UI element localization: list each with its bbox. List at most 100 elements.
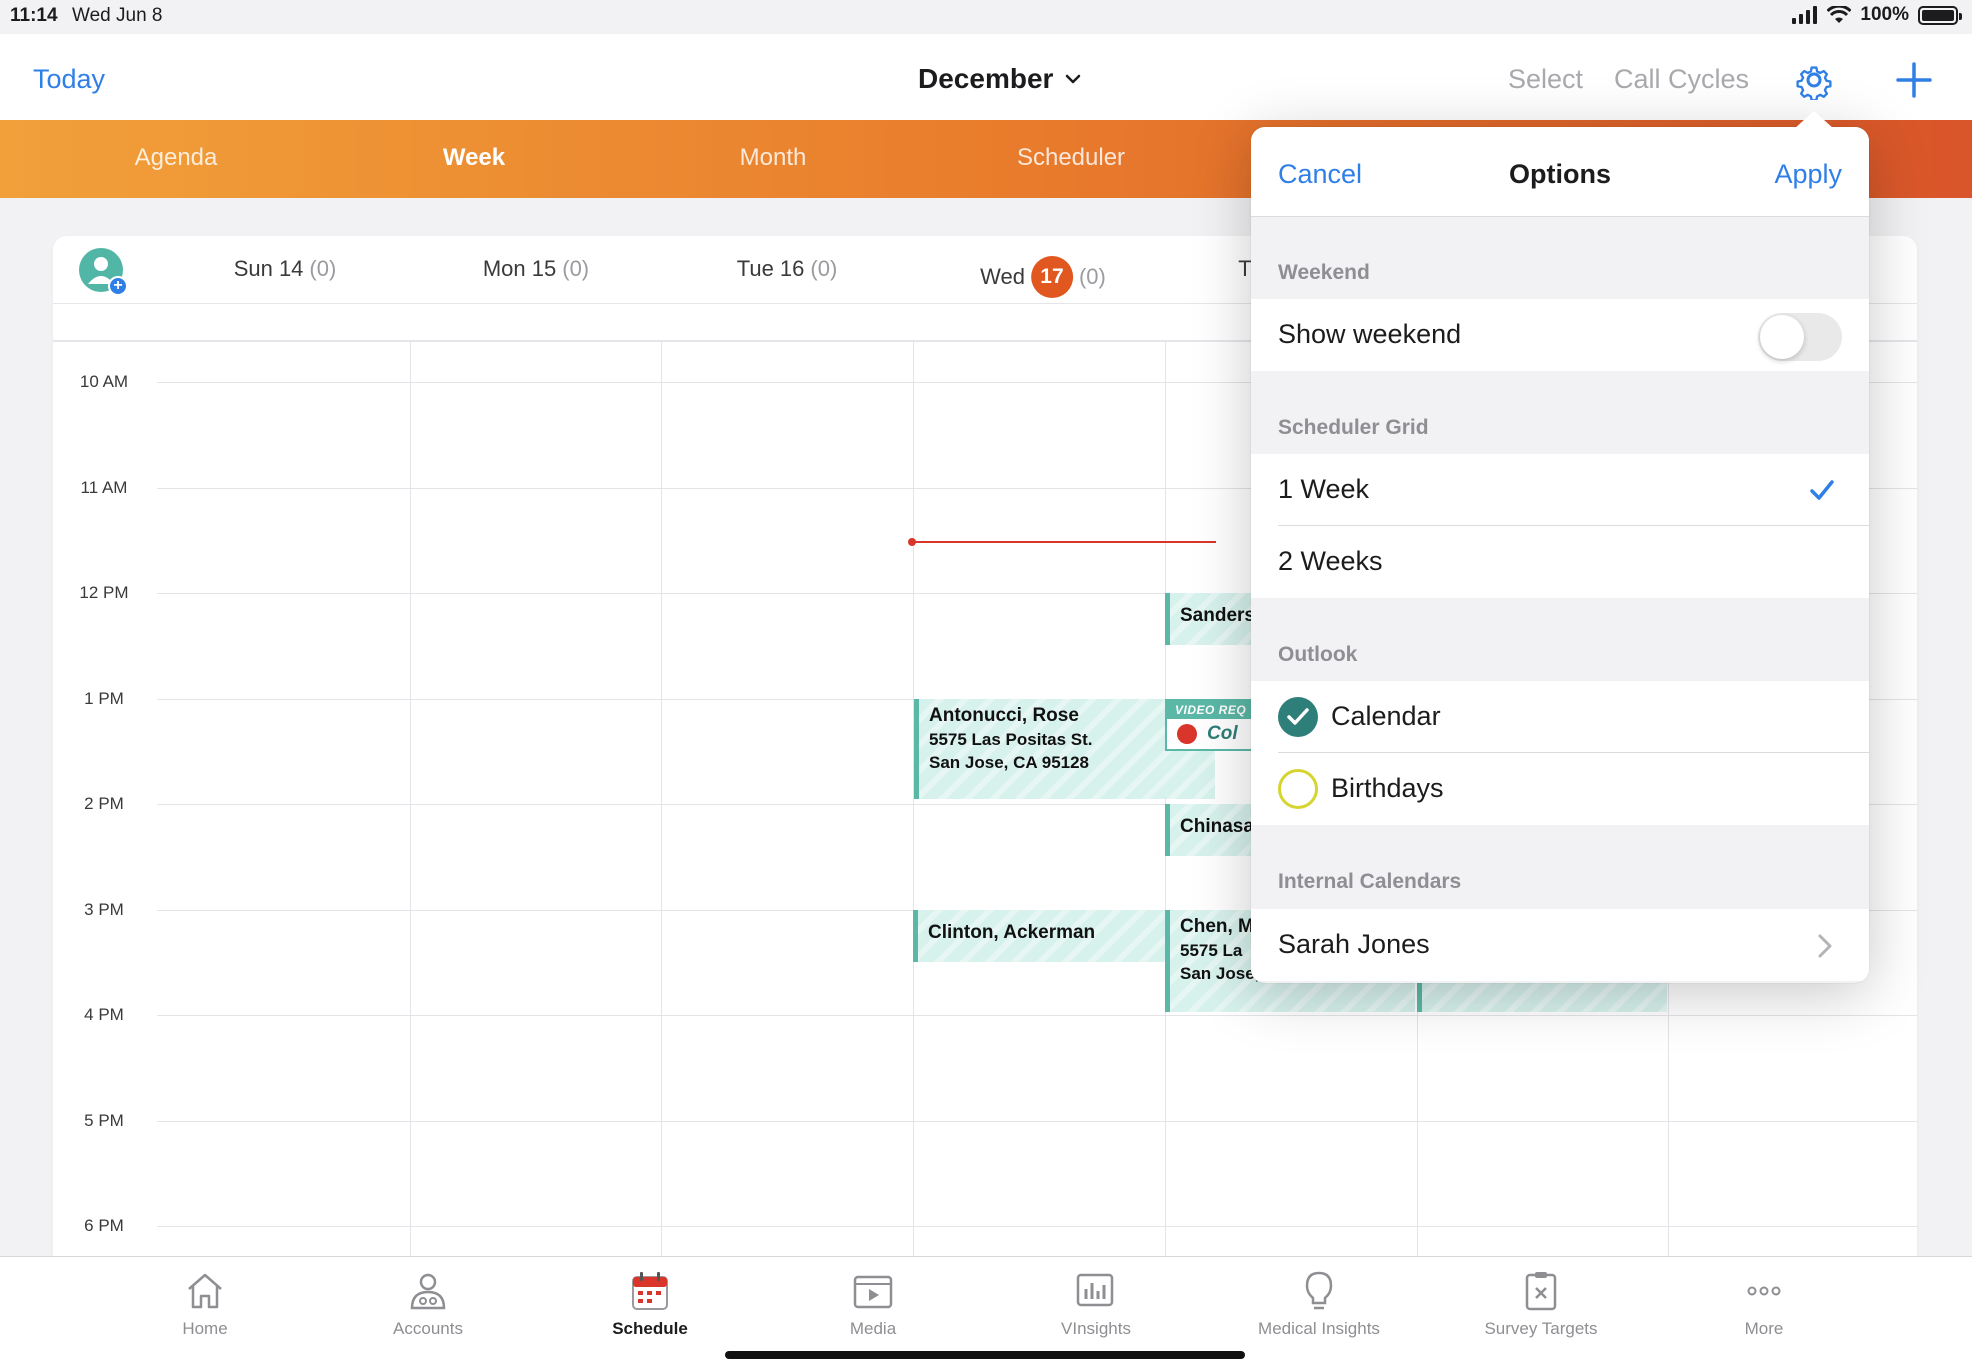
add-icon[interactable] <box>1894 60 1934 100</box>
one-week-row[interactable]: 1 Week <box>1251 454 1869 526</box>
navigation-bar: Today December Select Call Cycles <box>0 34 1972 120</box>
scheduler-grid-section-header: Scheduler Grid <box>1278 416 1429 439</box>
hour-label: 11 AM <box>80 477 128 497</box>
day-column-divider <box>410 342 411 1256</box>
day-count: (0) <box>309 256 337 281</box>
home-indicator[interactable] <box>725 1351 1245 1359</box>
tab-more[interactable]: More <box>1684 1267 1844 1339</box>
day-mon[interactable]: Mon 15 (0) <box>483 256 589 282</box>
month-picker[interactable]: December <box>918 63 1081 95</box>
tab-media[interactable]: Media <box>793 1267 953 1339</box>
event-address: 5575 Las Positas St. <box>929 730 1093 749</box>
outlook-section-header: Outlook <box>1278 643 1358 666</box>
tab-label: Survey Targets <box>1484 1319 1598 1338</box>
day-column-divider <box>1165 342 1166 1256</box>
two-weeks-row[interactable]: 2 Weeks <box>1251 526 1869 598</box>
internal-calendars-section-header: Internal Calendars <box>1278 870 1462 893</box>
status-time: 11:14 <box>10 5 58 26</box>
day-name: Tue 16 <box>736 256 805 281</box>
current-time-line <box>912 541 1216 543</box>
tab-schedule[interactable]: Schedule <box>570 1267 730 1339</box>
two-weeks-label: 2 Weeks <box>1278 546 1383 576</box>
day-name: Sun 14 <box>233 256 304 281</box>
hour-label: 1 PM <box>84 688 124 708</box>
day-name: Wed <box>980 264 1025 289</box>
unchecked-circle-icon[interactable] <box>1278 769 1318 809</box>
tab-vinsights[interactable]: VInsights <box>1016 1267 1176 1339</box>
day-column-divider <box>913 342 914 1256</box>
birthdays-label: Birthdays <box>1331 773 1444 803</box>
tab-label: Accounts <box>393 1319 463 1338</box>
tab-medical-insights[interactable]: Medical Insights <box>1239 1267 1399 1339</box>
cellular-signal-icon <box>1792 6 1818 24</box>
tab-label: Home <box>182 1319 228 1338</box>
chevron-down-icon <box>1066 74 1081 84</box>
calendar-icon <box>632 1272 668 1310</box>
hour-label: 3 PM <box>84 899 124 919</box>
status-indicators: 100% <box>1792 4 1962 26</box>
chevron-right-icon <box>1818 934 1832 958</box>
day-wed[interactable]: Wed 17 (0) <box>980 256 1106 298</box>
day-sun[interactable]: Sun 14 (0) <box>234 256 337 282</box>
hour-label: 12 PM <box>79 583 129 602</box>
add-attendee-avatar[interactable]: + <box>79 248 128 296</box>
more-icon <box>1747 1286 1781 1296</box>
tab-accounts[interactable]: Accounts <box>348 1267 508 1339</box>
tab-label: VInsights <box>1061 1319 1131 1338</box>
select-button[interactable]: Select <box>1508 64 1583 95</box>
popover-header: Cancel Options Apply <box>1251 127 1869 217</box>
popover-arrow <box>1794 111 1834 129</box>
sarah-jones-row[interactable]: Sarah Jones <box>1251 909 1869 981</box>
show-weekend-row[interactable]: Show weekend <box>1251 299 1869 371</box>
gear-icon[interactable] <box>1794 60 1834 100</box>
day-name: T <box>1238 256 1252 281</box>
event-title: Col <box>1207 723 1238 744</box>
wifi-icon <box>1827 6 1852 23</box>
lightbulb-icon <box>1305 1271 1333 1310</box>
tab-label: More <box>1744 1319 1784 1338</box>
tab-week[interactable]: Week <box>443 144 505 172</box>
plus-icon: + <box>108 276 128 296</box>
day-tue[interactable]: Tue 16 (0) <box>737 256 838 282</box>
today-badge: 17 <box>1030 256 1073 298</box>
show-weekend-label: Show weekend <box>1278 319 1462 349</box>
tab-label: Medical Insights <box>1258 1319 1380 1338</box>
calendar-label: Calendar <box>1331 701 1441 731</box>
event-title: Clinton, Ackerman <box>928 922 1096 943</box>
call-cycles-button[interactable]: Call Cycles <box>1614 64 1749 95</box>
hour-label: 10 AM <box>79 372 129 391</box>
sarah-jones-label: Sarah Jones <box>1278 929 1430 959</box>
birthdays-row[interactable]: Birthdays <box>1251 753 1869 825</box>
day-count: (0) <box>810 256 838 281</box>
clock-icon <box>1177 724 1197 744</box>
tab-home[interactable]: Home <box>125 1267 285 1339</box>
media-icon <box>853 1275 893 1309</box>
options-popover: Cancel Options Apply Weekend Show weeken… <box>1251 127 1869 983</box>
battery-percent: 100% <box>1860 4 1909 25</box>
status-date: Wed Jun 8 <box>72 5 163 26</box>
checked-circle-icon[interactable] <box>1278 697 1318 737</box>
hour-gridline <box>157 1120 1917 1122</box>
home-icon <box>188 1273 222 1309</box>
tab-month[interactable]: Month <box>740 144 807 172</box>
day-name: Mon 15 <box>482 256 557 281</box>
calendar-row[interactable]: Calendar <box>1251 681 1869 753</box>
hour-label: 2 PM <box>84 794 124 813</box>
tab-label: Schedule <box>612 1319 688 1338</box>
show-weekend-toggle[interactable] <box>1758 313 1842 361</box>
popover-title: Options <box>1509 159 1611 189</box>
today-button[interactable]: Today <box>33 64 105 95</box>
apply-button[interactable]: Apply <box>1774 159 1842 190</box>
tab-scheduler[interactable]: Scheduler <box>1017 144 1125 172</box>
hour-label: 6 PM <box>84 1216 124 1235</box>
day-column-divider <box>661 342 662 1256</box>
clipboard-icon <box>1525 1272 1557 1311</box>
cancel-button[interactable]: Cancel <box>1278 159 1362 190</box>
tab-survey-targets[interactable]: Survey Targets <box>1461 1267 1621 1339</box>
day-thu[interactable]: T <box>1238 256 1251 282</box>
month-label: December <box>918 63 1054 94</box>
tab-agenda[interactable]: Agenda <box>135 144 218 172</box>
one-week-label: 1 Week <box>1278 474 1370 504</box>
day-count: (0) <box>1078 264 1106 289</box>
hour-label: 5 PM <box>84 1110 124 1130</box>
